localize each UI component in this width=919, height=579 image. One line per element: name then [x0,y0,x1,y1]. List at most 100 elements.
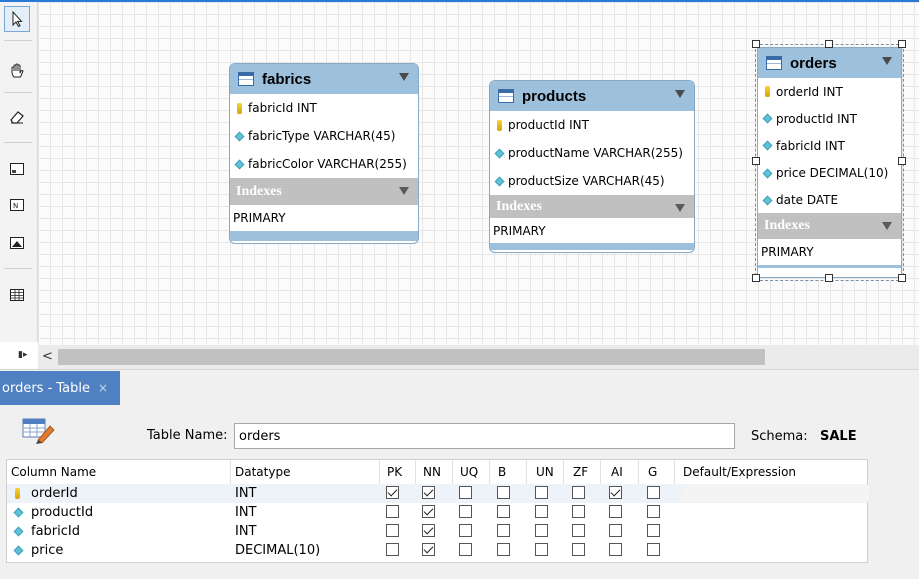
resize-handle[interactable] [825,274,833,282]
header-datatype[interactable]: Datatype [235,465,290,479]
resize-handle[interactable] [752,157,760,165]
layer-icon[interactable] [4,156,30,182]
datatype-cell[interactable]: INT [235,486,257,501]
checkbox-nn[interactable] [422,486,435,499]
checkbox-uq[interactable] [459,505,472,518]
header-g[interactable]: G [648,465,657,479]
entity-column[interactable]: price DECIMAL(10) [758,159,901,187]
indexes-header[interactable]: Indexes [230,178,418,205]
table-icon[interactable] [4,282,30,308]
checkbox-un[interactable] [535,524,548,537]
default-expression-cell[interactable] [682,485,869,502]
checkbox-nn[interactable] [422,524,435,537]
entity-column[interactable]: productSize VARCHAR(45) [490,167,694,195]
entity-header[interactable]: orders [758,48,901,78]
entity-column[interactable]: orderId INT [758,78,901,105]
checkbox-zf[interactable] [572,505,585,518]
checkbox-g[interactable] [647,505,660,518]
checkbox-pk[interactable] [386,524,399,537]
header-un[interactable]: UN [536,465,554,479]
header-default-expression[interactable]: Default/Expression [683,465,796,479]
toggle-sidebar-icon[interactable]: ▮▸ [18,350,32,362]
checkbox-nn[interactable] [422,505,435,518]
checkbox-pk[interactable] [386,486,399,499]
datatype-cell[interactable]: INT [235,524,257,539]
table-row[interactable]: fabricId INT [7,522,867,541]
checkbox-g[interactable] [647,524,660,537]
checkbox-un[interactable] [535,486,548,499]
collapse-arrow-icon[interactable] [675,90,685,98]
column-name-cell[interactable]: price [31,543,63,558]
horizontal-scrollbar[interactable]: < [38,345,919,369]
entity-column[interactable]: fabricId INT [230,94,418,122]
checkbox-b[interactable] [497,543,510,556]
header-ai[interactable]: AI [611,465,623,479]
checkbox-ai[interactable] [609,486,622,499]
checkbox-ai[interactable] [609,505,622,518]
header-column-name[interactable]: Column Name [11,465,96,479]
table-name-input[interactable] [234,423,735,449]
entity-header[interactable]: products [490,81,694,111]
collapse-arrow-icon[interactable] [882,57,892,65]
checkbox-un[interactable] [535,543,548,556]
indexes-header[interactable]: Indexes [490,195,694,218]
checkbox-zf[interactable] [572,524,585,537]
checkbox-uq[interactable] [459,486,472,499]
resize-handle[interactable] [898,157,906,165]
checkbox-pk[interactable] [386,505,399,518]
entity-products[interactable]: products productId INT productName VARCH… [489,80,695,253]
entity-column[interactable]: productId INT [490,111,694,139]
scroll-left-icon[interactable]: < [42,349,53,364]
checkbox-pk[interactable] [386,543,399,556]
close-icon[interactable]: × [98,381,108,395]
collapse-arrow-icon[interactable] [399,187,409,195]
checkbox-zf[interactable] [572,543,585,556]
index-row[interactable]: PRIMARY [490,218,694,243]
note-icon[interactable]: N [4,192,30,218]
checkbox-b[interactable] [497,524,510,537]
header-nn[interactable]: NN [423,465,441,479]
entity-column[interactable]: fabricId INT [758,132,901,159]
checkbox-uq[interactable] [459,524,472,537]
eraser-icon[interactable] [4,104,30,130]
entity-fabrics[interactable]: fabrics fabricId INT fabricType VARCHAR(… [229,63,419,244]
checkbox-zf[interactable] [572,486,585,499]
resize-handle[interactable] [752,40,760,48]
checkbox-b[interactable] [497,505,510,518]
resize-handle[interactable] [752,274,760,282]
resize-handle[interactable] [898,274,906,282]
datatype-cell[interactable]: DECIMAL(10) [235,543,320,558]
table-row[interactable]: orderId INT [7,484,869,503]
columns-grid[interactable]: Column Name Datatype PK NN UQ B UN ZF AI… [6,459,869,563]
entity-orders[interactable]: orders orderId INT productId INT fabricI… [757,47,902,278]
image-icon[interactable] [4,230,30,256]
indexes-header[interactable]: Indexes [758,213,901,239]
checkbox-g[interactable] [647,486,660,499]
scrollbar-thumb[interactable] [58,349,765,365]
entity-column[interactable]: productId INT [758,105,901,132]
collapse-arrow-icon[interactable] [675,204,685,212]
checkbox-nn[interactable] [422,543,435,556]
header-uq[interactable]: UQ [460,465,478,479]
entity-column[interactable]: productName VARCHAR(255) [490,139,694,167]
checkbox-uq[interactable] [459,543,472,556]
collapse-arrow-icon[interactable] [882,222,892,230]
column-name-cell[interactable]: productId [31,505,93,520]
checkbox-un[interactable] [535,505,548,518]
checkbox-b[interactable] [497,486,510,499]
header-b[interactable]: B [498,465,506,479]
index-row[interactable]: PRIMARY [758,239,901,265]
collapse-arrow-icon[interactable] [399,73,409,81]
entity-header[interactable]: fabrics [230,64,418,94]
entity-column[interactable]: fabricType VARCHAR(45) [230,122,418,150]
hand-icon[interactable] [4,58,30,84]
table-row[interactable]: price DECIMAL(10) [7,541,867,560]
datatype-cell[interactable]: INT [235,505,257,520]
checkbox-g[interactable] [647,543,660,556]
resize-handle[interactable] [825,40,833,48]
index-row[interactable]: PRIMARY [230,205,418,231]
resize-handle[interactable] [898,40,906,48]
column-name-cell[interactable]: orderId [31,486,78,501]
column-name-cell[interactable]: fabricId [31,524,80,539]
pointer-icon[interactable] [4,6,30,32]
